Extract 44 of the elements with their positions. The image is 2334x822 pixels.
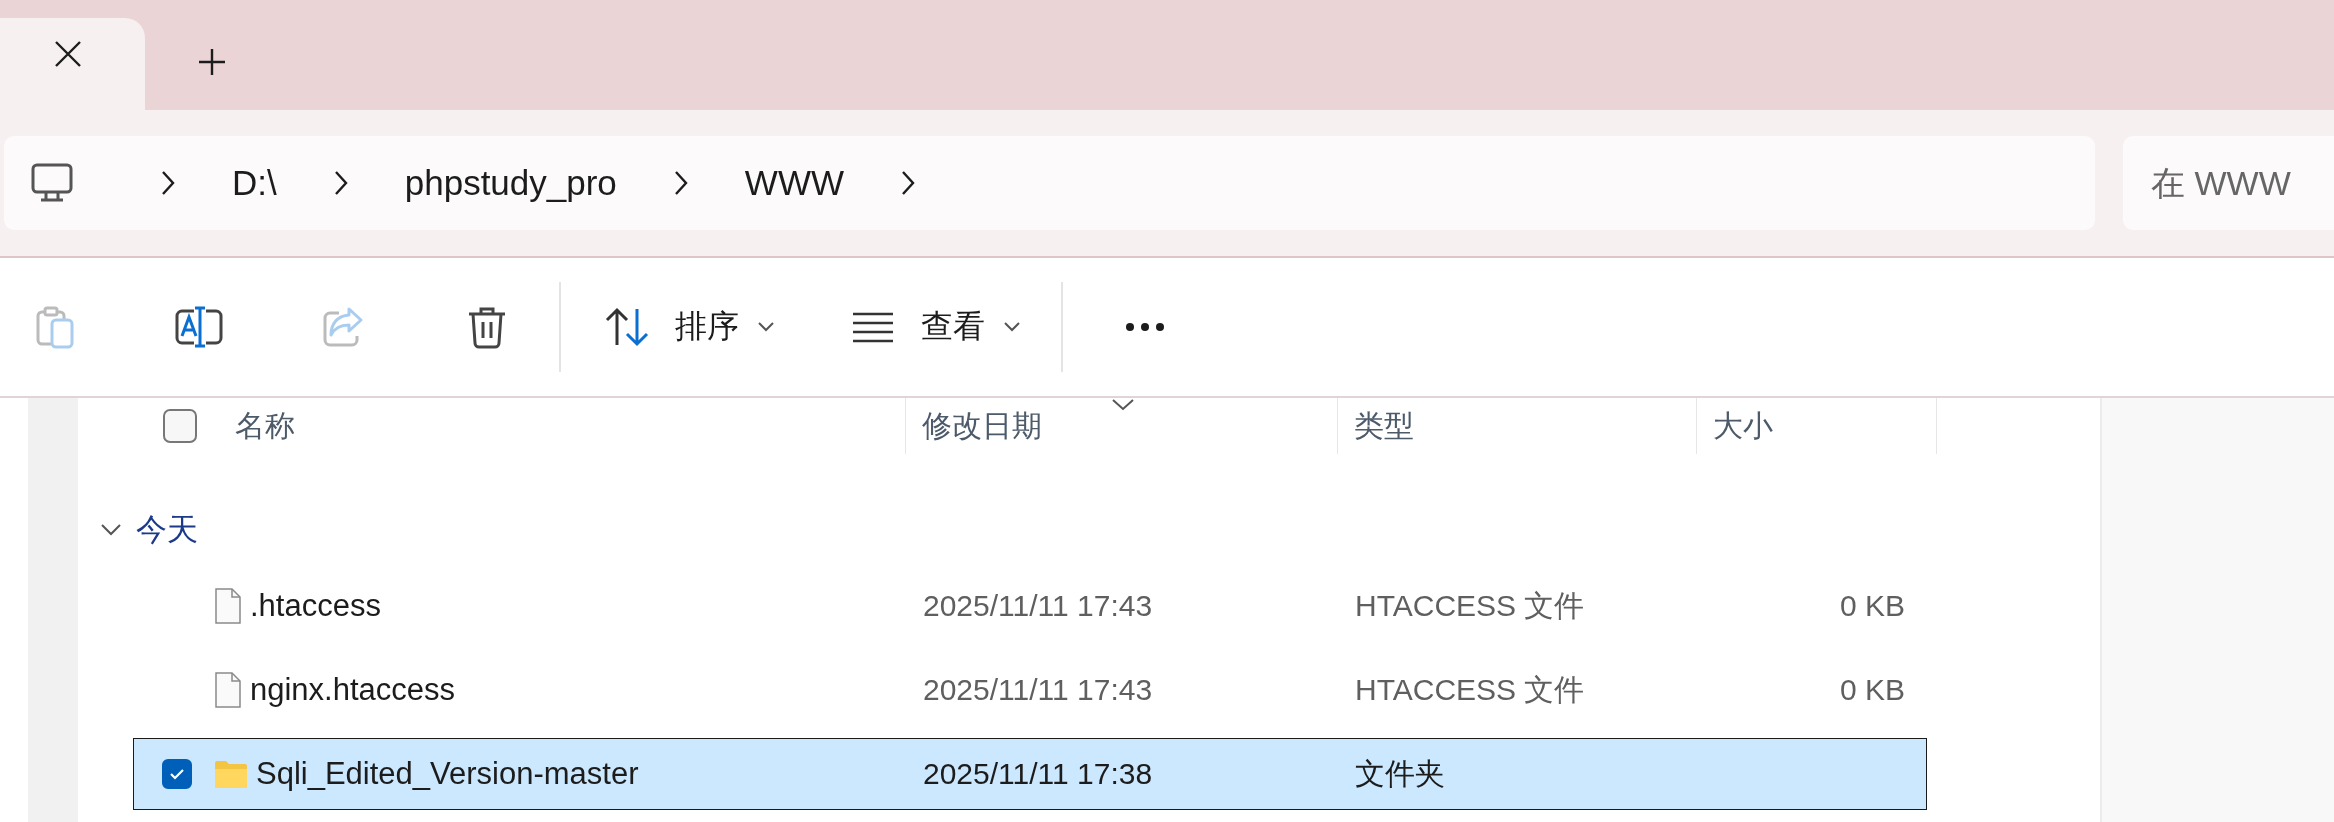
select-all-checkbox[interactable]	[163, 409, 197, 443]
sort-menu-button[interactable]: 排序	[591, 282, 787, 372]
more-icon[interactable]	[1125, 322, 1165, 332]
new-tab-icon[interactable]	[198, 48, 226, 76]
breadcrumb-item[interactable]: WWW	[744, 163, 844, 203]
file-row[interactable]: nginx.htaccess 2025/11/11 17:43 HTACCESS 文件 0 KB	[133, 654, 1927, 726]
chevron-right-icon[interactable]	[672, 170, 689, 196]
file-icon	[214, 672, 242, 708]
folder-icon	[214, 759, 248, 789]
file-row[interactable]: Sqli_Edited_Version-master 2025/11/11 17:38 文件夹	[133, 738, 1927, 810]
collapse-chevron-icon[interactable]	[100, 523, 122, 537]
file-name: .htaccess	[250, 588, 381, 624]
file-size: 0 KB	[1839, 589, 1905, 623]
view-menu-button[interactable]: 查看	[837, 282, 1033, 372]
column-header[interactable]: 类型	[1354, 405, 1414, 447]
file-name: nginx.htaccess	[250, 672, 456, 708]
column-header[interactable]: 大小	[1713, 405, 1773, 447]
column-header[interactable]: 名称	[235, 405, 295, 447]
file-icon	[214, 588, 242, 624]
search-field[interactable]: 在 WWW	[2123, 136, 2334, 230]
computer-icon[interactable]	[30, 161, 74, 205]
sort-arrows-icon[interactable]	[603, 305, 651, 349]
file-name: Sqli_Edited_Version-master	[256, 756, 639, 792]
chevron-right-icon[interactable]	[160, 170, 176, 196]
chevron-right-icon[interactable]	[332, 170, 349, 196]
row-checkbox[interactable]	[162, 759, 192, 789]
file-size: 0 KB	[1839, 673, 1905, 707]
column-header[interactable]: 修改日期	[922, 405, 1042, 447]
file-type: HTACCESS 文件	[1355, 671, 1585, 708]
file-row[interactable]: .htaccess 2025/11/11 17:43 HTACCESS 文件 0 KB	[133, 570, 1927, 642]
close-icon[interactable]	[53, 40, 82, 68]
chevron-down-icon[interactable]	[1003, 321, 1021, 333]
rename-icon[interactable]	[174, 305, 224, 349]
modified-date: 2025/11/11 17:43	[923, 589, 1153, 623]
file-type: 文件夹	[1355, 755, 1445, 792]
chevron-right-icon[interactable]	[899, 170, 916, 196]
breadcrumb-item[interactable]: phpstudy_pro	[404, 163, 617, 203]
modified-date: 2025/11/11 17:43	[923, 673, 1153, 707]
address-bar[interactable]: D:\ phpstudy_pro WWW	[4, 136, 2095, 230]
breadcrumb-item[interactable]: D:\	[232, 163, 277, 203]
group-header[interactable]: 今天	[136, 509, 198, 551]
chevron-down-icon[interactable]	[757, 321, 775, 333]
file-type: HTACCESS 文件	[1355, 587, 1585, 624]
modified-date: 2025/11/11 17:38	[923, 757, 1153, 791]
